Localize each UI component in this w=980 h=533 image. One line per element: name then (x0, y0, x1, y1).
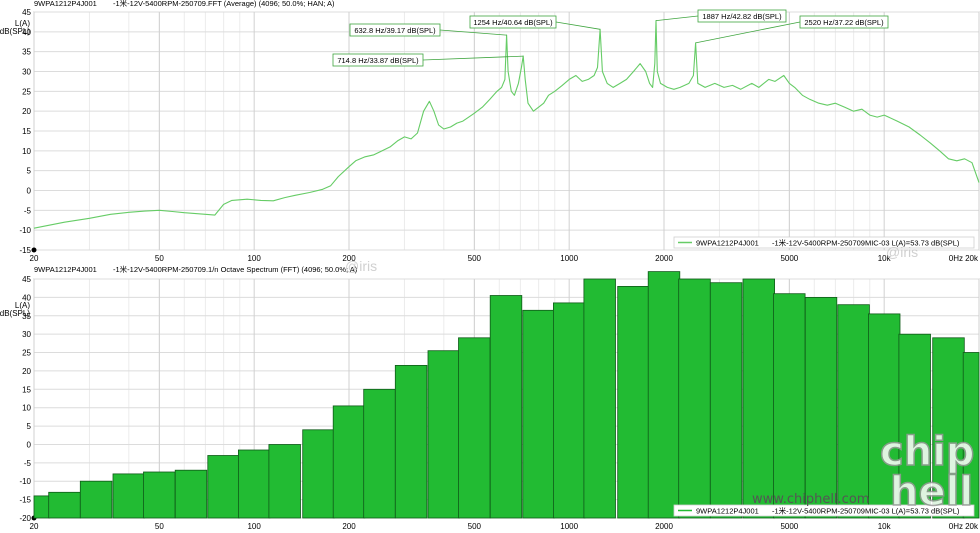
top-chart-x-tick-label: 2000 (655, 254, 673, 263)
octave-bar (237, 449, 271, 519)
bottom-chart-x-tick-label: 500 (468, 522, 482, 531)
top-chart-title: -1米-12V-5400RPM-250709.FFT (Average) (40… (113, 0, 335, 8)
top-chart-x-tick-label: 5000 (780, 254, 798, 263)
octave-bar (268, 444, 301, 519)
bottom-chart-header-left: 9WPA1212P4J001 (34, 265, 97, 274)
octave-bar (647, 271, 681, 519)
octave-bar (174, 469, 208, 519)
fft-spectrum-figure: 9WPA1212P4J001 -1米-12V-5400RPM-250709.FF… (0, 0, 980, 531)
top-chart-x-tick-label: 1000 (560, 254, 578, 263)
annotation-label: 1254 Hz/40.64 dB(SPL) (473, 18, 553, 27)
top-chart-x-tick-extra: 0Hz (949, 254, 963, 263)
top-chart-y-tick-label: 20 (22, 107, 31, 116)
bottom-chart-x-tick-label: 100 (247, 522, 261, 531)
bottom-chart-y-tick-label: 0 (27, 440, 32, 449)
bottom-chart-y-tick-label: 10 (22, 404, 31, 413)
bottom-chart-y-tick-label: 30 (22, 330, 31, 339)
top-chart-x-tick-label: 100 (247, 254, 261, 263)
top-chart-x-tick-label: 500 (468, 254, 482, 263)
octave-bar (458, 337, 491, 519)
octave-bar (553, 302, 586, 519)
octave-bar (804, 296, 838, 519)
bottom-chart-x-tick-label: 2000 (655, 522, 673, 531)
octave-bar (522, 309, 555, 519)
octave-bar (427, 350, 461, 519)
octave-bar (79, 480, 113, 519)
bottom-chart-y-tick-label: 45 (22, 275, 31, 284)
bottom-chart-x-tick-label: 20k (965, 522, 979, 531)
chiphell-site-watermark: www.chiphell.com (752, 492, 869, 507)
octave-bar (394, 364, 428, 519)
bottom-chart-y-tick-label: 15 (22, 385, 31, 394)
bottom-chart-x-tick-label: 50 (155, 522, 164, 531)
top-chart-y-tick-label: 45 (22, 8, 31, 17)
top-chart-x-tick-label: 20k (965, 254, 979, 263)
annotation-label: 714.8 Hz/33.87 dB(SPL) (337, 56, 419, 65)
octave-bar (742, 278, 776, 519)
octave-bar (678, 278, 711, 519)
bottom-chart-legend-series: 9WPA1212P4J001 (696, 507, 759, 516)
octave-bar (48, 491, 81, 519)
top-chart-legend-series: 9WPA1212P4J001 (696, 239, 759, 248)
top-chart-y-tick-label: 0 (27, 187, 32, 196)
chiphell-logo: chip hell (879, 428, 975, 516)
octave-bar (302, 429, 335, 519)
octave-bar (617, 285, 650, 519)
top-chart-x-tick-label: 50 (155, 254, 164, 263)
top-chart-y-tick-label: 35 (22, 48, 31, 57)
bottom-chart-y-tick-label: 40 (22, 293, 31, 302)
bottom-chart-y-tick-label: -15 (19, 496, 31, 505)
top-chart-origin-marker (31, 247, 37, 253)
iris-watermark-1: @iris (345, 258, 377, 274)
annotation-label: 2520 Hz/37.22 dB(SPL) (804, 18, 884, 27)
bottom-chart-y-tick-label: 35 (22, 312, 31, 321)
octave-bar (773, 293, 806, 519)
octave-bar (332, 405, 366, 519)
octave-bar (583, 278, 616, 519)
octave-bar (363, 388, 396, 519)
bottom-chart-y-tick-label: 20 (22, 367, 31, 376)
octave-bar (489, 295, 523, 519)
bottom-chart-y-tick-label: -5 (24, 459, 32, 468)
bottom-chart-y-tick-label: -10 (19, 477, 31, 486)
top-chart-x-tick-label: 20 (30, 254, 39, 263)
annotation-label: 1887 Hz/42.82 dB(SPL) (702, 12, 782, 21)
top-chart-y-tick-label: 30 (22, 68, 31, 77)
octave-bar (143, 471, 176, 519)
bottom-chart-x-tick-label: 200 (342, 522, 356, 531)
top-chart-legend: 9WPA1212P4J001 -1米-12V-5400RPM-250709MIC-… (673, 236, 975, 249)
bottom-chart-title: -1米-12V-5400RPM-250709.1/n Octave Spectr… (113, 264, 358, 274)
octave-bar (112, 473, 146, 519)
top-chart-y-tick-label: 5 (27, 167, 32, 176)
bottom-chart-x-tick-label: 1000 (560, 522, 578, 531)
annotation-label: 632.8 Hz/39.17 dB(SPL) (354, 26, 436, 35)
top-chart-y-tick-label: -5 (24, 206, 32, 215)
iris-watermark-2: @iris (886, 244, 918, 260)
top-chart-y-tick-label: 10 (22, 147, 31, 156)
top-chart-header-left: 9WPA1212P4J001 (34, 0, 97, 8)
top-chart-plot: 454035302520151050-5-10-1520 50 100 200 500 1… (19, 8, 980, 263)
svg-text:hell: hell (890, 469, 973, 515)
octave-bar (207, 455, 240, 519)
top-chart-y-tick-label: -10 (19, 226, 31, 235)
octave-bar (33, 495, 51, 519)
top-chart-y-tick-label: 15 (22, 127, 31, 136)
bottom-chart-x-tick-label: 10k (878, 522, 892, 531)
bottom-chart-x-tick-label: 5000 (780, 522, 798, 531)
bottom-chart-y-tick-label: 5 (27, 422, 32, 431)
bottom-chart-y-tick-label: 25 (22, 349, 31, 358)
bottom-chart-x-tick-label: 20 (30, 522, 39, 531)
top-chart-y-tick-label: 25 (22, 87, 31, 96)
top-chart-legend-info: -1米-12V-5400RPM-250709MIC-03 L(A)=53.73 … (772, 238, 960, 248)
top-chart-y-tick-label: 40 (22, 28, 31, 37)
octave-bar (709, 282, 743, 519)
bottom-chart-x-tick-extra: 0Hz (949, 522, 963, 531)
octave-bar (837, 304, 870, 519)
